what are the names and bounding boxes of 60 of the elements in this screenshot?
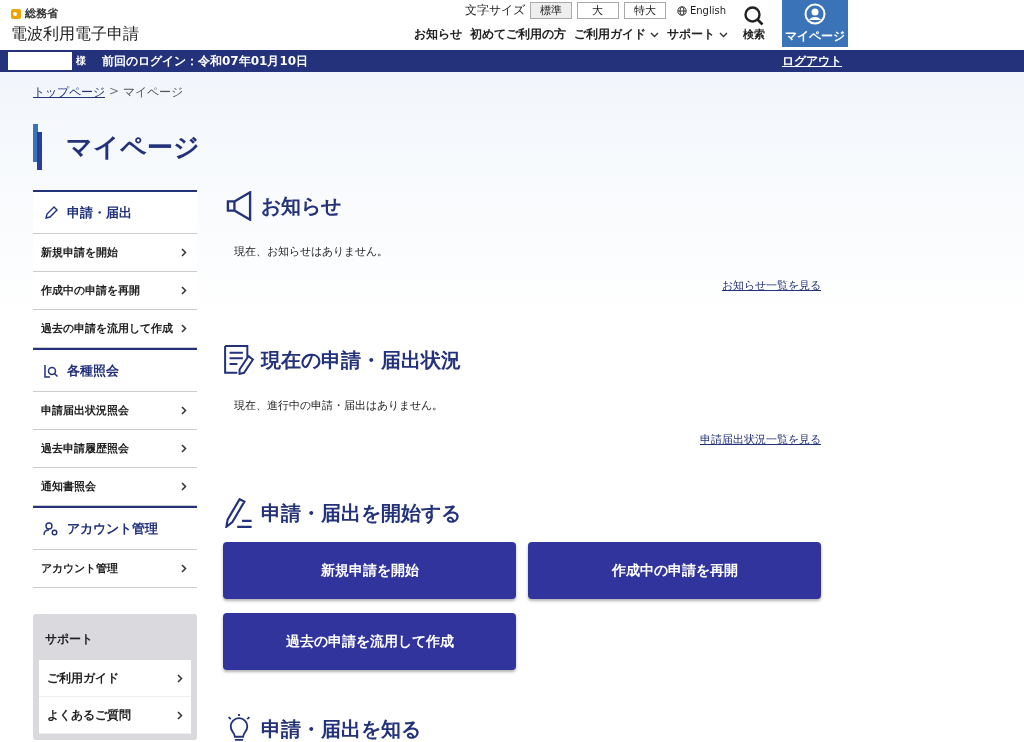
- section-title: お知らせ: [261, 192, 341, 220]
- sidebar-item[interactable]: 新規申請を開始: [33, 234, 197, 272]
- last-login-text: 前回のログイン：令和07年01月10日: [102, 52, 309, 70]
- user-icon: [804, 2, 826, 25]
- notice-message: 現在、お知らせはありません。: [234, 244, 389, 259]
- font-size-button[interactable]: 大: [576, 2, 619, 19]
- page-title: マイページ: [66, 130, 200, 164]
- section-title: 申請・届出を開始する: [261, 499, 461, 527]
- search-icon: [743, 5, 765, 27]
- support-title: サポート: [44, 631, 94, 648]
- sidebar-section-title: 申請・届出: [67, 203, 132, 222]
- site-title: 電波利用電子申請: [11, 24, 139, 45]
- section-title: 申請・届出を知る: [261, 715, 421, 742]
- user-gear-icon: [43, 520, 59, 537]
- document-pen-icon: [223, 345, 255, 375]
- chevron-right-icon: [181, 406, 187, 415]
- nav-link[interactable]: ご利用ガイド: [574, 26, 659, 43]
- nav-link[interactable]: お知らせ: [414, 26, 462, 43]
- globe-icon: [676, 5, 687, 16]
- honorific-label: 様: [76, 54, 86, 68]
- status-list-link[interactable]: 申請届出状況一覧を見る: [223, 432, 821, 447]
- mypage-button[interactable]: マイページ: [782, 0, 848, 47]
- font-size-label: 文字サイズ: [464, 2, 525, 19]
- chevron-right-icon: [181, 324, 187, 333]
- user-name-field: [8, 52, 72, 70]
- start-action-button[interactable]: 作成中の申請を再開: [528, 542, 821, 599]
- nav-link[interactable]: サポート: [667, 26, 728, 43]
- search-button[interactable]: 検索: [734, 0, 774, 47]
- chevron-down-icon: [650, 31, 659, 38]
- document-search-icon: [43, 362, 59, 379]
- section-title: 現在の申請・届出状況: [261, 346, 461, 374]
- language-link[interactable]: English: [676, 5, 726, 16]
- chevron-right-icon: [181, 444, 187, 453]
- title-accent-icon: [33, 124, 42, 170]
- pencil-icon: [43, 204, 59, 221]
- start-action-button[interactable]: 新規申請を開始: [223, 542, 516, 599]
- breadcrumb-link[interactable]: トップページ: [33, 84, 105, 102]
- support-item[interactable]: ご利用ガイド: [39, 660, 191, 697]
- breadcrumb-current: マイページ: [123, 84, 184, 101]
- sidebar-section-title: アカウント管理: [67, 519, 158, 538]
- start-action-button[interactable]: 過去の申請を流用して作成: [223, 613, 516, 670]
- chevron-right-icon: [181, 286, 187, 295]
- logout-link[interactable]: ログアウト: [782, 52, 842, 70]
- chevron-down-icon: [719, 31, 728, 38]
- breadcrumb-separator: >: [109, 84, 120, 100]
- support-item[interactable]: よくあるご質問: [39, 697, 191, 734]
- nav-link[interactable]: 初めてご利用の方: [470, 26, 566, 43]
- font-size-button[interactable]: 特大: [623, 2, 666, 19]
- font-size-button[interactable]: 標準: [529, 2, 572, 19]
- logo-icon: [11, 8, 21, 19]
- chevron-right-icon: [181, 248, 187, 257]
- sidebar-section-title: 各種照会: [67, 361, 119, 380]
- agency-name: 総務省: [25, 6, 58, 21]
- chevron-right-icon: [181, 482, 187, 491]
- status-message: 現在、進行中の申請・届出はありません。: [234, 398, 444, 413]
- chevron-right-icon: [177, 673, 183, 683]
- chevron-right-icon: [177, 710, 183, 720]
- chevron-right-icon: [181, 564, 187, 573]
- notice-list-link[interactable]: お知らせ一覧を見る: [223, 278, 821, 293]
- pen-line-icon: [223, 498, 255, 528]
